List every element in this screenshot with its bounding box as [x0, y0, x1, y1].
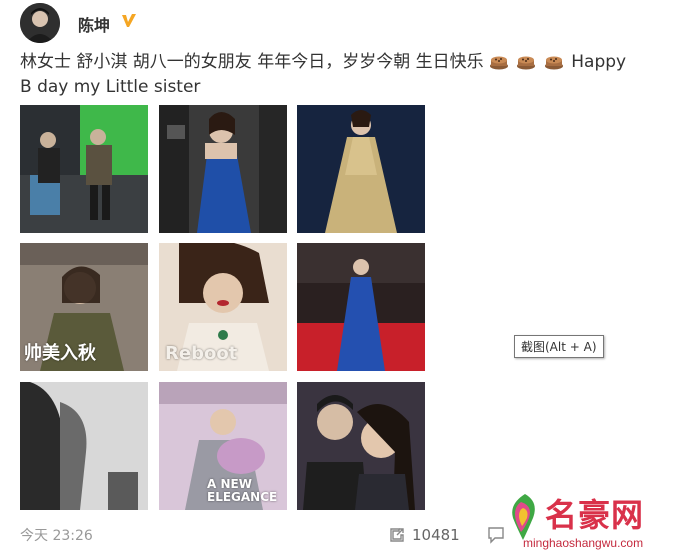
screenshot-tooltip: 截图(Alt + A) [514, 335, 604, 358]
cake-emoji-icon [490, 56, 509, 70]
avatar[interactable] [20, 3, 60, 43]
post-text-line1: 林女士 舒小淇 胡八一的女朋友 年年今日，岁岁今朝 生日快乐 [20, 52, 484, 72]
photo-overlay-text: 帅美入秋 [24, 343, 96, 364]
photo-overlay-text: Reboot [165, 343, 238, 364]
photo-9[interactable] [297, 382, 425, 510]
photo-5[interactable]: Reboot [159, 243, 287, 371]
repost-icon [390, 528, 404, 542]
post-timestamp[interactable]: 今天 23:26 [20, 525, 93, 545]
photo-4[interactable]: 帅美入秋 [20, 243, 148, 371]
cake-emoji-icon [544, 56, 563, 70]
watermark-url: minghaoshangwu.com [523, 536, 644, 550]
photo-overlay-text: A NEW ELEGANCE [207, 477, 278, 504]
photo-7[interactable] [20, 382, 148, 510]
photo-6[interactable] [297, 243, 425, 371]
photo-3[interactable] [297, 105, 425, 233]
repost-count: 10481 [412, 526, 460, 544]
cake-emoji-icon [517, 56, 536, 70]
watermark-title: 名豪网 [545, 496, 645, 534]
photo-1[interactable] [20, 105, 148, 233]
photo-2[interactable] [159, 105, 287, 233]
verified-v-icon [122, 14, 136, 27]
site-watermark: 名豪网 minghaoshangwu.com [503, 480, 679, 556]
photo-8[interactable]: A NEW ELEGANCE [159, 382, 287, 510]
username[interactable]: 陈坤 [78, 12, 110, 36]
post-text-tail: Happy [571, 52, 627, 72]
post-text-line2: B day my Little sister [20, 77, 201, 97]
post-text: 林女士 舒小淇 胡八一的女朋友 年年今日，岁岁今朝 生日快乐 Happy B d… [20, 50, 665, 100]
repost-button[interactable]: 10481 [388, 524, 460, 546]
